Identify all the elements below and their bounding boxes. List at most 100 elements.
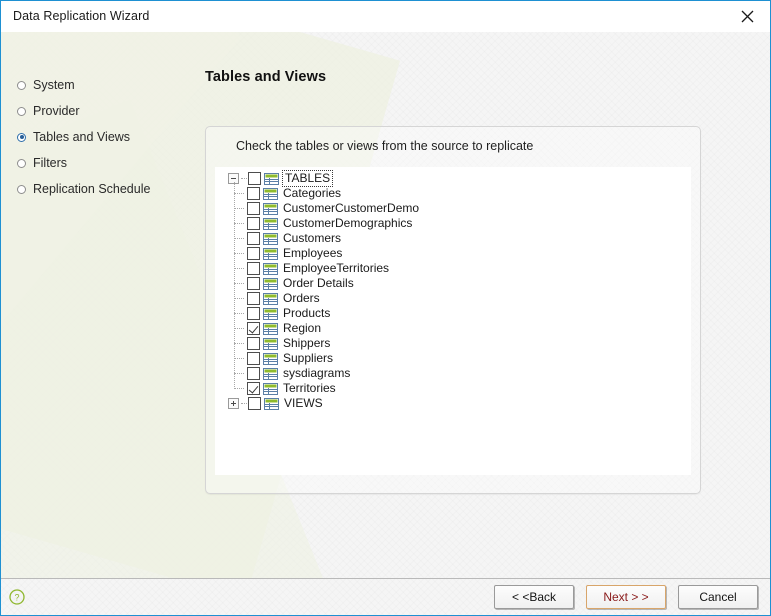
tree-item-label: Categories [283, 186, 342, 200]
tree-item-checkbox[interactable] [247, 262, 260, 275]
tree-item-label: VIEWS [284, 396, 323, 410]
main-content: Tables and Views Check the tables or vie… [196, 32, 770, 580]
tree-item[interactable]: Orders [234, 291, 691, 306]
table-icon [263, 202, 278, 215]
tree-item[interactable]: CustomerCustomerDemo [234, 201, 691, 216]
tree-item[interactable]: Employees [234, 246, 691, 261]
tree-item-label: Order Details [283, 276, 354, 290]
step-indicator-icon [17, 132, 26, 142]
tree-item-checkbox[interactable] [247, 382, 260, 395]
tree-item[interactable]: Territories [234, 381, 691, 396]
tree-expander-expand-icon[interactable] [228, 398, 239, 409]
tree-item-label: Shippers [283, 336, 331, 350]
instruction-text: Check the tables or views from the sourc… [236, 139, 534, 153]
sidebar-item-filters[interactable]: Filters [1, 150, 196, 176]
window-title: Data Replication Wizard [13, 9, 150, 23]
sidebar-item-label: System [33, 78, 75, 92]
wizard-footer: ? < <Back Next > > Cancel [1, 578, 770, 615]
wizard-body: System Provider Tables and Views Filters… [1, 32, 770, 580]
table-icon [263, 322, 278, 335]
page-title: Tables and Views [205, 69, 327, 85]
title-bar: Data Replication Wizard [1, 1, 770, 32]
tree-item-label: sysdiagrams [283, 366, 351, 380]
tree-item[interactable]: VIEWS [228, 396, 691, 411]
tree-item-checkbox[interactable] [247, 292, 260, 305]
tree-item[interactable]: Order Details [234, 276, 691, 291]
table-icon [263, 292, 278, 305]
tree-item[interactable]: sysdiagrams [234, 366, 691, 381]
tree-item[interactable]: Region [234, 321, 691, 336]
sidebar-item-label: Provider [33, 104, 80, 118]
tree-item-label: Region [283, 321, 322, 335]
sidebar-item-label: Replication Schedule [33, 182, 151, 196]
step-indicator-icon [17, 106, 26, 116]
tree-item-checkbox[interactable] [247, 217, 260, 230]
tree-item-label: Suppliers [283, 351, 334, 365]
tree-item-checkbox[interactable] [247, 187, 260, 200]
tree-item[interactable]: Categories [234, 186, 691, 201]
tree-item[interactable]: CustomerDemographics [234, 216, 691, 231]
table-icon [263, 217, 278, 230]
back-button[interactable]: < <Back [494, 585, 574, 609]
selection-card: Check the tables or views from the sourc… [205, 126, 701, 494]
tables-tree[interactable]: TABLES Categories CustomerCustomerDemo Cust… [215, 167, 691, 475]
wizard-steps-sidebar: System Provider Tables and Views Filters… [1, 32, 196, 202]
tree-item-label: CustomerCustomerDemo [283, 201, 420, 215]
tree-item-label: TABLES [281, 170, 334, 187]
table-icon [263, 187, 278, 200]
table-icon [263, 262, 278, 275]
tree-item-checkbox[interactable] [247, 322, 260, 335]
table-icon [263, 247, 278, 260]
tree-item-checkbox[interactable] [247, 352, 260, 365]
close-icon[interactable] [725, 1, 770, 32]
step-indicator-icon [17, 80, 26, 90]
tree-item[interactable]: Shippers [234, 336, 691, 351]
table-icon [263, 367, 278, 380]
sidebar-item-system[interactable]: System [1, 72, 196, 98]
help-icon[interactable]: ? [9, 589, 25, 605]
tree-connector [241, 403, 247, 404]
table-icon [263, 352, 278, 365]
tree-item-label: EmployeeTerritories [283, 261, 390, 275]
tree-item-checkbox[interactable] [247, 367, 260, 380]
tree-item-label: Orders [283, 291, 320, 305]
step-indicator-icon [17, 158, 26, 168]
table-icon [263, 232, 278, 245]
tree-item-label: Territories [283, 381, 336, 395]
tree-item[interactable]: Products [234, 306, 691, 321]
tree-item-label: Products [283, 306, 331, 320]
tree-item-checkbox[interactable] [247, 202, 260, 215]
table-icon [263, 337, 278, 350]
tree-item-label: CustomerDemographics [283, 216, 413, 230]
tree-item-checkbox[interactable] [248, 172, 261, 185]
tree-item[interactable]: TABLES [228, 170, 691, 187]
table-icon [264, 172, 279, 185]
tree-item-checkbox[interactable] [247, 277, 260, 290]
tree-connector [241, 178, 247, 179]
tree-item-label: Employees [283, 246, 343, 260]
sidebar-item-replication-schedule[interactable]: Replication Schedule [1, 176, 196, 202]
table-icon [263, 307, 278, 320]
svg-text:?: ? [14, 593, 19, 603]
tree-item-checkbox[interactable] [247, 247, 260, 260]
tree-children: Categories CustomerCustomerDemo CustomerDe… [228, 182, 691, 396]
tree-item-checkbox[interactable] [247, 232, 260, 245]
tree-item[interactable]: EmployeeTerritories [234, 261, 691, 276]
tree-item-checkbox[interactable] [247, 337, 260, 350]
table-icon [263, 277, 278, 290]
sidebar-item-tables-and-views[interactable]: Tables and Views [1, 124, 196, 150]
sidebar-item-provider[interactable]: Provider [1, 98, 196, 124]
cancel-button[interactable]: Cancel [678, 585, 758, 609]
tree-item-checkbox[interactable] [248, 397, 261, 410]
sidebar-item-label: Tables and Views [33, 130, 131, 144]
tree-item-checkbox[interactable] [247, 307, 260, 320]
tree-item[interactable]: Suppliers [234, 351, 691, 366]
table-icon [264, 397, 279, 410]
tree-item[interactable]: Customers [234, 231, 691, 246]
wizard-window: Data Replication Wizard System Provider … [0, 0, 771, 616]
sidebar-item-label: Filters [33, 156, 68, 170]
next-button[interactable]: Next > > [586, 585, 666, 609]
footer-buttons: < <Back Next > > Cancel [494, 585, 758, 609]
table-icon [263, 382, 278, 395]
tree-item-label: Customers [283, 231, 342, 245]
